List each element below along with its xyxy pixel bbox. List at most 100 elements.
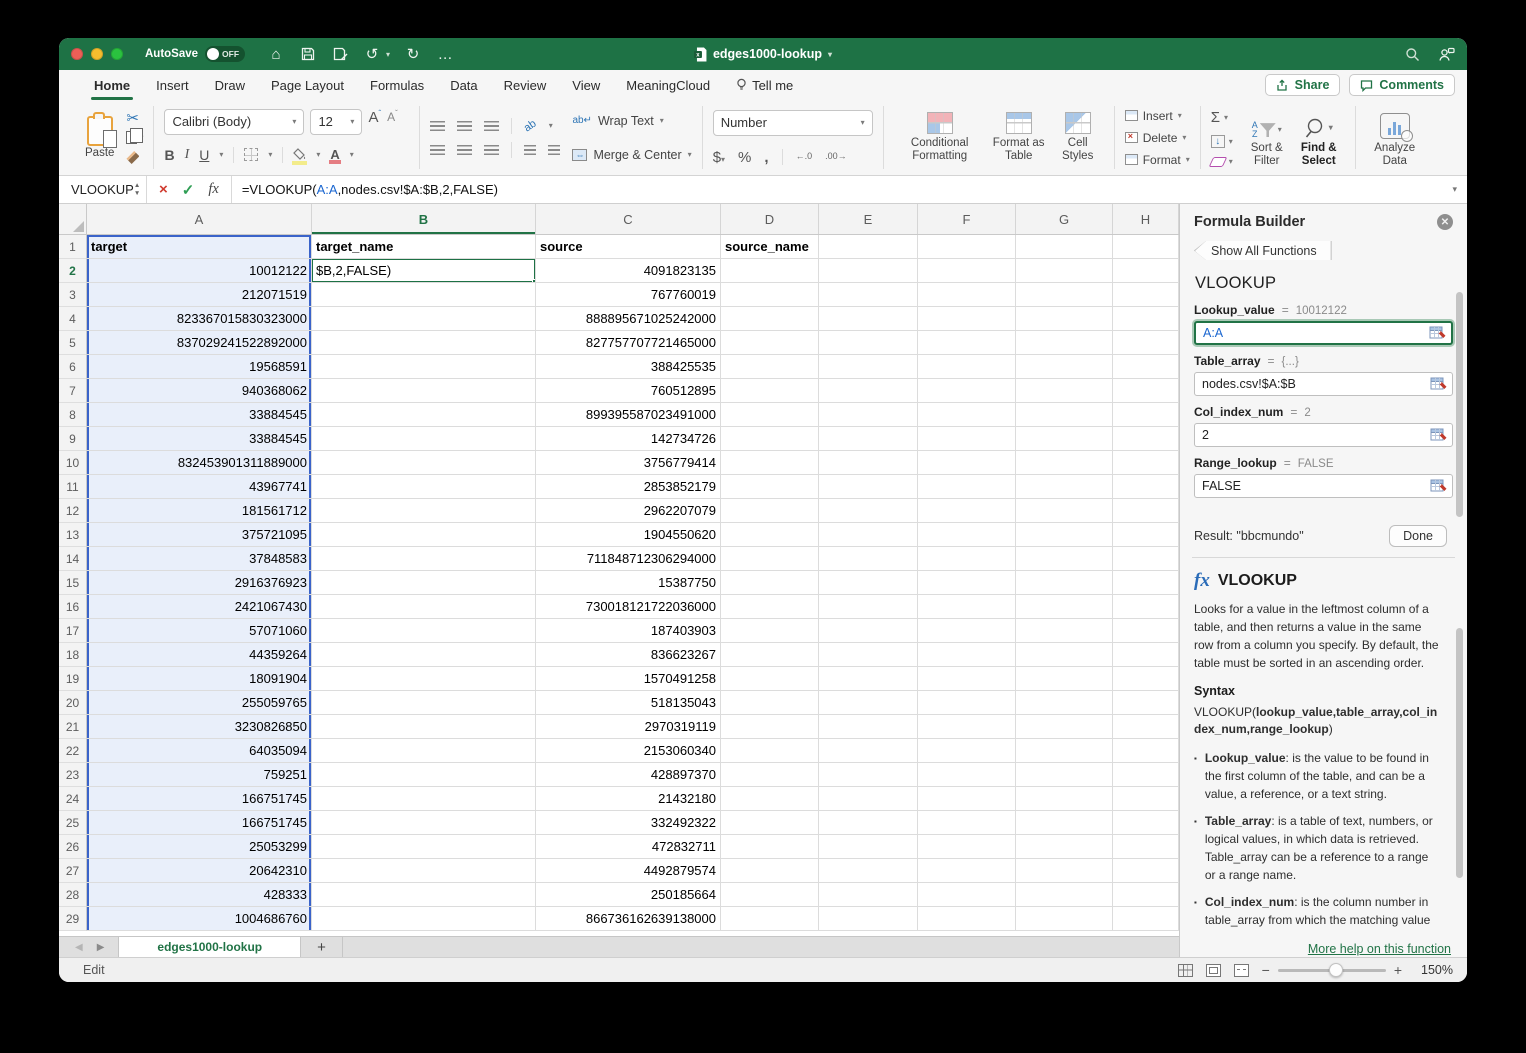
cell-A9[interactable]: 33884545 xyxy=(87,427,312,451)
cell-F2[interactable] xyxy=(918,259,1016,283)
cell-A17[interactable]: 57071060 xyxy=(87,619,312,643)
cell-B23[interactable] xyxy=(312,763,536,787)
cell-H25[interactable] xyxy=(1113,811,1179,835)
cell-A20[interactable]: 255059765 xyxy=(87,691,312,715)
cell-C17[interactable]: 187403903 xyxy=(536,619,721,643)
row-header-18[interactable]: 18 xyxy=(59,643,87,667)
cell-B26[interactable] xyxy=(312,835,536,859)
orientation-icon[interactable]: ab xyxy=(522,117,539,134)
cell-H24[interactable] xyxy=(1113,787,1179,811)
row-header-7[interactable]: 7 xyxy=(59,379,87,403)
cell-A5[interactable]: 837029241522892000 xyxy=(87,331,312,355)
cell-H12[interactable] xyxy=(1113,499,1179,523)
cell-E4[interactable] xyxy=(819,307,918,331)
underline-icon[interactable]: U xyxy=(199,147,209,163)
cell-E20[interactable] xyxy=(819,691,918,715)
cell-D1[interactable]: source_name xyxy=(721,235,819,259)
comma-format-icon[interactable]: , xyxy=(764,149,768,166)
field-input-lookup_value[interactable]: A:A xyxy=(1194,321,1453,345)
row-header-16[interactable]: 16 xyxy=(59,595,87,619)
align-left-icon[interactable] xyxy=(430,145,445,155)
cell-A7[interactable]: 940368062 xyxy=(87,379,312,403)
cell-A28[interactable]: 428333 xyxy=(87,883,312,907)
cell-F6[interactable] xyxy=(918,355,1016,379)
cell-A10[interactable]: 832453901311889000 xyxy=(87,451,312,475)
cell-G22[interactable] xyxy=(1016,739,1113,763)
tab-meaningcloud[interactable]: MeaningCloud xyxy=(613,70,723,100)
cell-A25[interactable]: 166751745 xyxy=(87,811,312,835)
cell-F21[interactable] xyxy=(918,715,1016,739)
cell-G23[interactable] xyxy=(1016,763,1113,787)
cell-C18[interactable]: 836623267 xyxy=(536,643,721,667)
tab-review[interactable]: Review xyxy=(491,70,560,100)
cell-C12[interactable]: 2962207079 xyxy=(536,499,721,523)
cell-E7[interactable] xyxy=(819,379,918,403)
font-name-select[interactable]: Calibri (Body)▾ xyxy=(164,109,304,135)
cell-G16[interactable] xyxy=(1016,595,1113,619)
merge-center-button[interactable]: ⇔Merge & Center▾ xyxy=(572,148,691,162)
cell-E24[interactable] xyxy=(819,787,918,811)
cell-B29[interactable] xyxy=(312,907,536,931)
row-header-13[interactable]: 13 xyxy=(59,523,87,547)
cell-D22[interactable] xyxy=(721,739,819,763)
formula-bar-expand-icon[interactable]: ▾ xyxy=(1452,184,1467,195)
row-header-6[interactable]: 6 xyxy=(59,355,87,379)
wrap-text-button[interactable]: ab↵Wrap Text▾ xyxy=(572,114,691,128)
minimize-window-button[interactable] xyxy=(91,48,103,60)
cell-A19[interactable]: 18091904 xyxy=(87,667,312,691)
cell-C2[interactable]: 4091823135 xyxy=(536,259,721,283)
cell-H21[interactable] xyxy=(1113,715,1179,739)
cell-A21[interactable]: 3230826850 xyxy=(87,715,312,739)
cell-H15[interactable] xyxy=(1113,571,1179,595)
cell-F24[interactable] xyxy=(918,787,1016,811)
cell-B20[interactable] xyxy=(312,691,536,715)
cell-A23[interactable]: 759251 xyxy=(87,763,312,787)
cell-C16[interactable]: 730018121722036000 xyxy=(536,595,721,619)
cell-F23[interactable] xyxy=(918,763,1016,787)
field-input-table_array[interactable]: nodes.csv!$A:$B xyxy=(1194,372,1453,396)
cell-G24[interactable] xyxy=(1016,787,1113,811)
cell-E19[interactable] xyxy=(819,667,918,691)
cell-D6[interactable] xyxy=(721,355,819,379)
row-header-26[interactable]: 26 xyxy=(59,835,87,859)
cell-G6[interactable] xyxy=(1016,355,1113,379)
cell-B6[interactable] xyxy=(312,355,536,379)
cell-D27[interactable] xyxy=(721,859,819,883)
document-title-area[interactable]: x edges1000-lookup ▾ xyxy=(694,47,832,62)
cell-E8[interactable] xyxy=(819,403,918,427)
cell-D16[interactable] xyxy=(721,595,819,619)
cell-H26[interactable] xyxy=(1113,835,1179,859)
cell-B16[interactable] xyxy=(312,595,536,619)
cell-B4[interactable] xyxy=(312,307,536,331)
decrease-indent-icon[interactable] xyxy=(524,145,536,155)
cell-E14[interactable] xyxy=(819,547,918,571)
field-input-range_lookup[interactable]: FALSE xyxy=(1194,474,1453,498)
page-break-view-icon[interactable] xyxy=(1234,964,1249,977)
cell-F10[interactable] xyxy=(918,451,1016,475)
cell-B10[interactable] xyxy=(312,451,536,475)
cell-B3[interactable] xyxy=(312,283,536,307)
cell-B28[interactable] xyxy=(312,883,536,907)
cell-G9[interactable] xyxy=(1016,427,1113,451)
cell-B18[interactable] xyxy=(312,643,536,667)
fill-button[interactable]: ↓▾ xyxy=(1211,135,1233,148)
cell-G20[interactable] xyxy=(1016,691,1113,715)
cell-E1[interactable] xyxy=(819,235,918,259)
search-icon[interactable] xyxy=(1403,47,1421,62)
cell-C14[interactable]: 711848712306294000 xyxy=(536,547,721,571)
cell-B27[interactable] xyxy=(312,859,536,883)
cell-E11[interactable] xyxy=(819,475,918,499)
cell-A18[interactable]: 44359264 xyxy=(87,643,312,667)
cell-B24[interactable] xyxy=(312,787,536,811)
name-box[interactable]: VLOOKUP ▲▼ xyxy=(59,176,147,203)
column-header-B[interactable]: B xyxy=(312,204,536,234)
cell-C19[interactable]: 1570491258 xyxy=(536,667,721,691)
cell-F27[interactable] xyxy=(918,859,1016,883)
row-header-22[interactable]: 22 xyxy=(59,739,87,763)
cell-C4[interactable]: 888895671025242000 xyxy=(536,307,721,331)
cancel-entry-icon[interactable]: × xyxy=(159,181,168,198)
row-header-28[interactable]: 28 xyxy=(59,883,87,907)
cell-D8[interactable] xyxy=(721,403,819,427)
column-header-H[interactable]: H xyxy=(1113,204,1179,234)
cell-D10[interactable] xyxy=(721,451,819,475)
